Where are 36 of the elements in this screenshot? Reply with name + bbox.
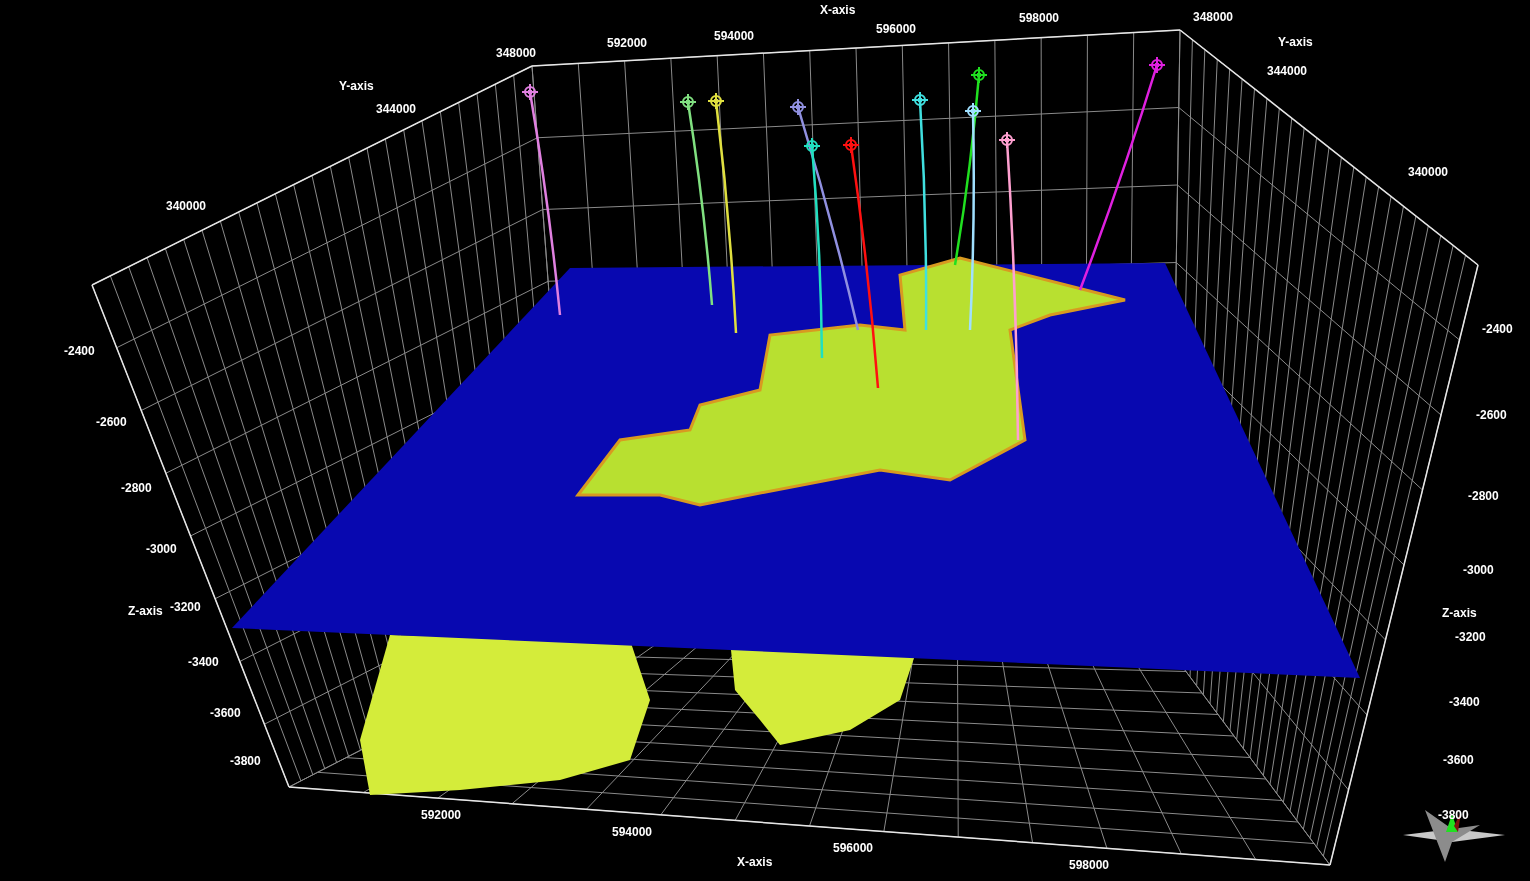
tick-label: -2600 (96, 415, 127, 429)
axis-title: X-axis (737, 855, 773, 869)
axis-title: Z-axis (1442, 606, 1477, 620)
tick-label: 348000 (496, 46, 537, 60)
axis-title: Z-axis (128, 604, 163, 618)
axis-title: Y-axis (339, 79, 374, 93)
tick-label: -2400 (64, 344, 95, 358)
tick-label: 348000 (1193, 10, 1234, 24)
tick-label: 344000 (376, 102, 417, 116)
tick-label: -3000 (146, 542, 177, 556)
tick-label: 596000 (833, 841, 874, 855)
tick-label: 340000 (1408, 165, 1449, 179)
tick-label: -3600 (1443, 753, 1474, 767)
tick-label: -3400 (188, 655, 219, 669)
tick-label: 594000 (612, 825, 653, 839)
tick-label: -3600 (210, 706, 241, 720)
tick-label: 592000 (421, 808, 462, 822)
tick-label: -2600 (1476, 408, 1507, 422)
tick-label: -2800 (1468, 489, 1499, 503)
tick-label: -3400 (1449, 695, 1480, 709)
tick-label: -3000 (1463, 563, 1494, 577)
axis-title: X-axis (820, 3, 856, 17)
tick-label: 340000 (166, 199, 207, 213)
tick-label: 598000 (1019, 11, 1060, 25)
tick-label: -3200 (170, 600, 201, 614)
tick-label: -3800 (1438, 808, 1469, 822)
tick-label: 344000 (1267, 64, 1308, 78)
tick-label: -3800 (230, 754, 261, 768)
axis-title: Y-axis (1278, 35, 1313, 49)
tick-label: -2800 (121, 481, 152, 495)
tick-label: 596000 (876, 22, 917, 36)
tick-label: 598000 (1069, 858, 1110, 872)
tick-label: -3200 (1455, 630, 1486, 644)
tick-label: 592000 (607, 36, 648, 50)
tick-label: 594000 (714, 29, 755, 43)
tick-label: -2400 (1482, 322, 1513, 336)
